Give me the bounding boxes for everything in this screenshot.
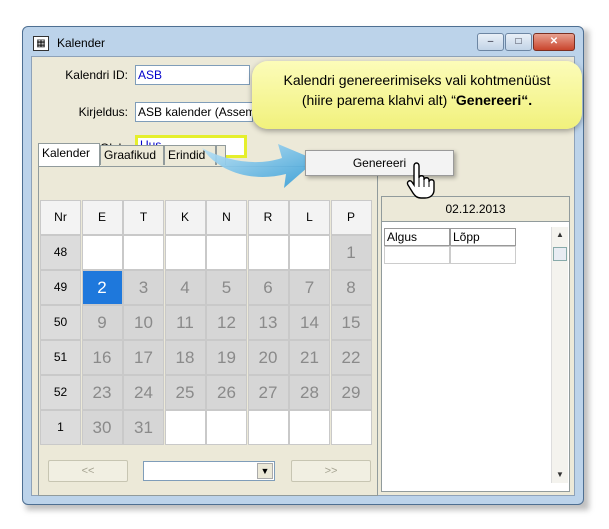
empty-day-cell[interactable] [81, 235, 123, 270]
hand-cursor-icon [406, 162, 435, 199]
table-cell[interactable] [384, 246, 450, 264]
week-number: 51 [40, 340, 81, 375]
column-header-lopp[interactable]: Lõpp [450, 228, 516, 246]
empty-day-cell[interactable] [206, 410, 247, 445]
day-cell[interactable]: 31 [123, 410, 164, 445]
callout-line-1: Kalendri genereerimiseks vali kohtmenüüs… [283, 72, 551, 88]
weekday-header: E [81, 200, 123, 235]
day-cell[interactable]: 1 [330, 235, 372, 270]
day-cell[interactable]: 13 [247, 305, 289, 340]
empty-day-cell[interactable] [123, 235, 164, 270]
next-month-button[interactable]: >> [291, 460, 371, 482]
minimize-button[interactable]: – [477, 33, 504, 51]
description-label: Kirjeldus: [78, 105, 128, 119]
weekday-header: Nr [40, 200, 81, 235]
day-cell[interactable]: 17 [123, 340, 164, 375]
scroll-thumb[interactable] [553, 247, 567, 261]
title-bar[interactable]: ▦ Kalender – □ ✕ [23, 27, 583, 57]
week-number: 48 [40, 235, 81, 270]
day-cell[interactable]: 29 [330, 375, 372, 410]
calendar-id-label: Kalendri ID: [65, 68, 128, 82]
calendar-app-icon: ▦ [33, 36, 49, 51]
previous-month-button[interactable]: << [48, 460, 128, 482]
day-cell[interactable]: 21 [289, 340, 330, 375]
day-cell[interactable]: 11 [164, 305, 206, 340]
day-cell[interactable]: 14 [289, 305, 330, 340]
empty-day-cell[interactable] [206, 235, 247, 270]
day-cell[interactable]: 27 [247, 375, 289, 410]
day-cell[interactable]: 19 [206, 340, 247, 375]
day-cell[interactable]: 25 [164, 375, 206, 410]
day-cell[interactable]: 16 [81, 340, 123, 375]
day-cell[interactable]: 20 [247, 340, 289, 375]
day-cell[interactable]: 26 [206, 375, 247, 410]
weekday-header: P [330, 200, 372, 235]
day-cell[interactable]: 22 [330, 340, 372, 375]
day-cell[interactable]: 8 [330, 270, 372, 305]
week-number: 52 [40, 375, 81, 410]
empty-day-cell[interactable] [247, 410, 289, 445]
day-cell[interactable]: 10 [123, 305, 164, 340]
day-cell[interactable]: 18 [164, 340, 206, 375]
empty-day-cell[interactable] [247, 235, 289, 270]
day-cell[interactable]: 15 [330, 305, 372, 340]
day-cell[interactable]: 9 [81, 305, 123, 340]
table-cell[interactable] [450, 246, 516, 264]
weekday-header: T [123, 200, 164, 235]
instruction-callout: Kalendri genereerimiseks vali kohtmenüüs… [252, 61, 582, 129]
day-cell[interactable]: 4 [164, 270, 206, 305]
weekday-header: N [206, 200, 247, 235]
day-cell[interactable]: 3 [123, 270, 164, 305]
empty-day-cell[interactable] [164, 235, 206, 270]
day-cell[interactable]: 24 [123, 375, 164, 410]
calendar-id-field[interactable]: ASB [135, 65, 250, 85]
day-cell[interactable]: 28 [289, 375, 330, 410]
vertical-scrollbar[interactable]: ▲ ▼ [551, 227, 568, 483]
day-detail-panel: 02.12.2013 Algus Lõpp ▲ ▼ [381, 196, 570, 492]
selected-date-label: 02.12.2013 [382, 197, 569, 222]
callout-line-2: (hiire parema klahvi alt) “Genereeri“. [252, 90, 582, 110]
day-cell[interactable]: 5 [206, 270, 247, 305]
week-number: 49 [40, 270, 81, 305]
weekday-header: L [289, 200, 330, 235]
empty-day-cell[interactable] [289, 235, 330, 270]
day-cell[interactable]: 2 [81, 270, 123, 305]
maximize-button[interactable]: □ [505, 33, 532, 51]
scroll-up-icon[interactable]: ▲ [552, 227, 568, 243]
day-cell[interactable]: 30 [81, 410, 123, 445]
month-select[interactable]: ▼ [143, 461, 275, 481]
window-title: Kalender [57, 36, 106, 50]
empty-day-cell[interactable] [330, 410, 372, 445]
day-cell[interactable]: 12 [206, 305, 247, 340]
week-number: 50 [40, 305, 81, 340]
week-number: 1 [40, 410, 81, 445]
weekday-header: K [164, 200, 206, 235]
empty-day-cell[interactable] [289, 410, 330, 445]
chevron-down-icon[interactable]: ▼ [257, 463, 273, 479]
empty-day-cell[interactable] [164, 410, 206, 445]
day-cell[interactable]: 6 [247, 270, 289, 305]
tab-kalender[interactable]: Kalender [38, 143, 100, 166]
tab-graafikud[interactable]: Graafikud [100, 145, 164, 165]
scroll-down-icon[interactable]: ▼ [552, 467, 568, 483]
column-header-algus[interactable]: Algus [384, 228, 450, 246]
close-button[interactable]: ✕ [533, 33, 575, 51]
day-cell[interactable]: 7 [289, 270, 330, 305]
weekday-header: R [247, 200, 289, 235]
callout-bold-text: Genereeri“. [455, 92, 533, 108]
day-cell[interactable]: 23 [81, 375, 123, 410]
callout-line-2-text: (hiire parema klahvi alt) “ [301, 92, 456, 108]
